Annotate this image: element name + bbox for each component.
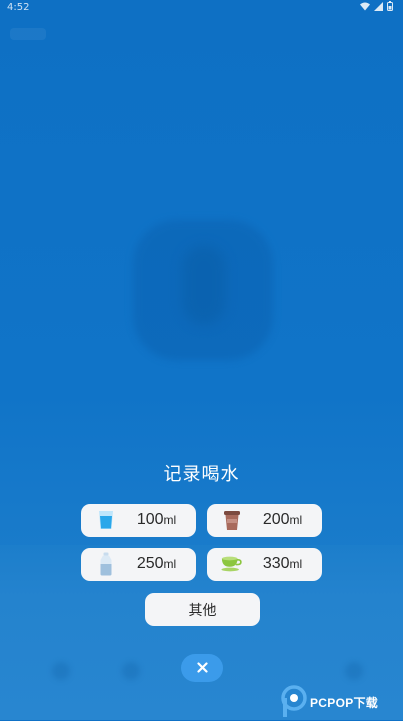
amount-unit: ml [289, 557, 303, 571]
add-330ml-button[interactable]: 330ml [207, 548, 322, 581]
amount-value: 100 [136, 511, 164, 528]
blurred-nav-icon [345, 662, 363, 680]
status-bar: 4:52 [0, 0, 403, 16]
coffee-cup-icon [221, 509, 243, 531]
blurred-nav-icon [52, 662, 70, 680]
other-amount-button[interactable]: 其他 [145, 593, 260, 626]
add-250ml-button[interactable]: 250ml [81, 548, 196, 581]
watermark-text: PCPOP下载 [310, 696, 379, 710]
amount-unit: ml [163, 513, 177, 527]
status-time: 4:52 [7, 2, 30, 13]
close-icon [196, 661, 208, 676]
blurred-nav-icon [122, 662, 140, 680]
amount-unit: ml [289, 513, 303, 527]
signal-icon [374, 1, 383, 11]
tea-cup-icon [221, 553, 243, 575]
wifi-icon [360, 2, 370, 11]
add-200ml-button[interactable]: 200ml [207, 504, 322, 537]
amount-unit: ml [163, 557, 177, 571]
water-glass-icon [95, 509, 117, 531]
watermark: PCPOP下载 [280, 683, 403, 720]
amount-value: 330 [262, 555, 290, 572]
close-dialog-button[interactable] [181, 654, 223, 682]
amount-value: 200 [262, 511, 290, 528]
watermark-logo-icon [280, 685, 308, 721]
blurred-header-item [10, 28, 46, 40]
battery-icon [387, 1, 393, 11]
add-100ml-button[interactable]: 100ml [81, 504, 196, 537]
water-bottle-icon [95, 552, 117, 576]
dialog-title: 记录喝水 [163, 464, 240, 485]
amount-value: 250 [136, 555, 164, 572]
blurred-center-figure [182, 245, 226, 325]
